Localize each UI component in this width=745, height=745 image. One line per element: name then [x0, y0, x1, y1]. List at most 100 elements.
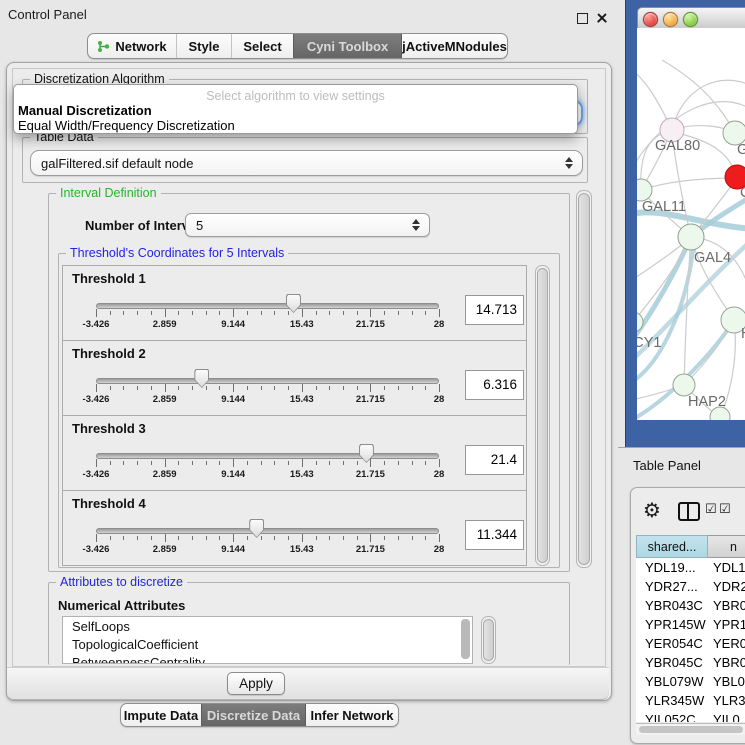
- scrollbar-thumb[interactable]: [483, 619, 494, 661]
- apply-button[interactable]: Apply: [227, 672, 285, 695]
- tab-cyni-toolbox-label: Cyni Toolbox: [307, 39, 388, 54]
- tab-network[interactable]: Network: [88, 34, 176, 58]
- cell-shared-name[interactable]: YIL052C: [636, 712, 708, 722]
- tab-select[interactable]: Select: [231, 34, 293, 58]
- cell-name[interactable]: YDR2: [708, 579, 745, 594]
- threshold-3-value-field[interactable]: 21.4: [465, 445, 524, 475]
- close-icon[interactable]: [596, 12, 608, 24]
- slider-axis-labels: -3.4262.8599.14415.4321.71528: [96, 319, 439, 330]
- axis-tick-label: 2.859: [153, 544, 177, 555]
- table-row[interactable]: YBR043CYBR0: [636, 596, 745, 615]
- combo-arrows-icon: [564, 157, 573, 169]
- cell-name[interactable]: YBR0: [708, 655, 745, 670]
- table-row[interactable]: YBR045CYBR0: [636, 653, 745, 672]
- attribute-list-item[interactable]: TopologicalCoefficient: [63, 635, 472, 653]
- cell-name[interactable]: YER0: [708, 636, 745, 651]
- tab-cyni-toolbox[interactable]: Cyni Toolbox: [293, 34, 401, 58]
- cell-name[interactable]: YLR3: [708, 693, 745, 708]
- table-row[interactable]: YLR345WYLR3: [636, 691, 745, 710]
- cell-shared-name[interactable]: YPR145W: [636, 617, 708, 632]
- attribute-list-item[interactable]: BetweennessCentrality: [63, 653, 472, 664]
- network-window-titlebar[interactable]: [637, 7, 745, 30]
- attribute-list-item[interactable]: SelfLoops: [63, 617, 472, 635]
- scrollbar-thumb[interactable]: [578, 193, 590, 565]
- interval-definition-group-title: Interval Definition: [56, 186, 161, 200]
- scrollbar-thumb[interactable]: [461, 619, 470, 659]
- cell-shared-name[interactable]: YDR27...: [636, 579, 708, 594]
- threshold-2-value-field[interactable]: 6.316: [465, 370, 524, 400]
- algorithm-option-manual[interactable]: Manual Discretization: [17, 103, 574, 118]
- tick-mark: [192, 386, 193, 390]
- table-row[interactable]: YIL052CYIL0: [636, 710, 745, 722]
- number-of-intervals-combobox[interactable]: 5: [185, 213, 430, 237]
- tab-jactivemnodules[interactable]: jActiveMNodules: [401, 34, 507, 58]
- table-horizontal-scrollbar[interactable]: [636, 723, 745, 735]
- numerical-attributes-list[interactable]: SelfLoopsTopologicalCoefficientBetweenne…: [62, 616, 473, 664]
- checkbox-icon[interactable]: ☑: [719, 502, 731, 517]
- checkbox-icon[interactable]: ☑: [705, 502, 717, 517]
- attributes-scrollbar[interactable]: [481, 616, 496, 664]
- tab-impute-data[interactable]: Impute Data: [121, 704, 201, 726]
- tick-mark: [96, 309, 97, 317]
- thresholds-scrollbar[interactable]: [535, 265, 550, 566]
- minimize-traffic-light-icon[interactable]: [663, 12, 678, 27]
- column-header-name[interactable]: n: [708, 535, 745, 558]
- node-label: GAL11: [642, 199, 686, 215]
- tick-mark: [370, 534, 371, 542]
- cell-name[interactable]: YBR0: [708, 598, 745, 613]
- cell-name[interactable]: YIL0: [708, 712, 740, 722]
- tab-discretize-data-label: Discretize Data: [207, 708, 300, 723]
- tab-discretize-data[interactable]: Discretize Data: [201, 704, 305, 726]
- cell-shared-name[interactable]: YBL079W: [636, 674, 708, 689]
- tick-mark: [398, 386, 399, 390]
- cell-shared-name[interactable]: YBR043C: [636, 598, 708, 613]
- cell-shared-name[interactable]: YER054C: [636, 636, 708, 651]
- table-row[interactable]: YDR27...YDR2: [636, 577, 745, 596]
- close-traffic-light-icon[interactable]: [643, 12, 658, 27]
- attributes-group-title: Attributes to discretize: [56, 575, 187, 589]
- network-canvas[interactable]: GAL80GACGAL11GAL4GCY1HHAP2: [637, 28, 745, 420]
- tick-mark: [274, 311, 275, 315]
- table-data-combobox[interactable]: galFiltered.sif default node: [30, 150, 583, 176]
- network-node-gal11[interactable]: [637, 179, 652, 201]
- table-row[interactable]: YBL079WYBL0: [636, 672, 745, 691]
- tick-mark: [165, 384, 166, 392]
- algorithm-dropdown-popup: Select algorithm to view settings Manual…: [13, 84, 578, 134]
- tab-infer-network[interactable]: Infer Network: [305, 704, 398, 726]
- tick-mark: [357, 311, 358, 315]
- split-view-icon[interactable]: [678, 502, 700, 521]
- tick-mark: [206, 461, 207, 465]
- cell-name[interactable]: YDL1: [708, 560, 745, 575]
- cell-shared-name[interactable]: YLR345W: [636, 693, 708, 708]
- gear-icon[interactable]: ⚙: [643, 499, 661, 521]
- cell-shared-name[interactable]: YBR045C: [636, 655, 708, 670]
- tick-mark: [110, 386, 111, 390]
- tick-mark: [274, 461, 275, 465]
- tab-style-label: Style: [188, 39, 219, 54]
- column-header-shared-name[interactable]: shared...: [636, 535, 708, 558]
- table-row[interactable]: YER054CYER0: [636, 634, 745, 653]
- threshold-4-value-field[interactable]: 11.344: [465, 520, 524, 550]
- tick-mark: [329, 311, 330, 315]
- table-row[interactable]: YPR145WYPR1: [636, 615, 745, 634]
- cell-shared-name[interactable]: YDL19...: [636, 560, 708, 575]
- settings-scrollbar[interactable]: [576, 190, 592, 568]
- tick-mark: [329, 386, 330, 390]
- algorithm-option-equal-width[interactable]: Equal Width/Frequency Discretization: [17, 118, 574, 133]
- cell-name[interactable]: YPR1: [708, 617, 745, 632]
- tab-style[interactable]: Style: [176, 34, 231, 58]
- tick-mark: [316, 461, 317, 465]
- float-window-icon[interactable]: [577, 13, 588, 24]
- scrollbar-thumb[interactable]: [537, 268, 548, 563]
- tick-mark: [288, 311, 289, 315]
- table-body[interactable]: YDL19...YDL1YDR27...YDR2YBR043CYBR0YPR14…: [636, 558, 745, 722]
- threshold-1-slider: -3.4262.8599.14415.4321.71528: [96, 266, 439, 340]
- cell-name[interactable]: YBL0: [708, 674, 745, 689]
- network-node-hap2[interactable]: [673, 374, 695, 396]
- table-row[interactable]: YDL19...YDL1: [636, 558, 745, 577]
- network-node-gal4[interactable]: [678, 224, 704, 250]
- zoom-traffic-light-icon[interactable]: [683, 12, 698, 27]
- tick-mark: [357, 386, 358, 390]
- scrollbar-thumb[interactable]: [639, 726, 743, 733]
- threshold-1-value-field[interactable]: 14.713: [465, 295, 524, 325]
